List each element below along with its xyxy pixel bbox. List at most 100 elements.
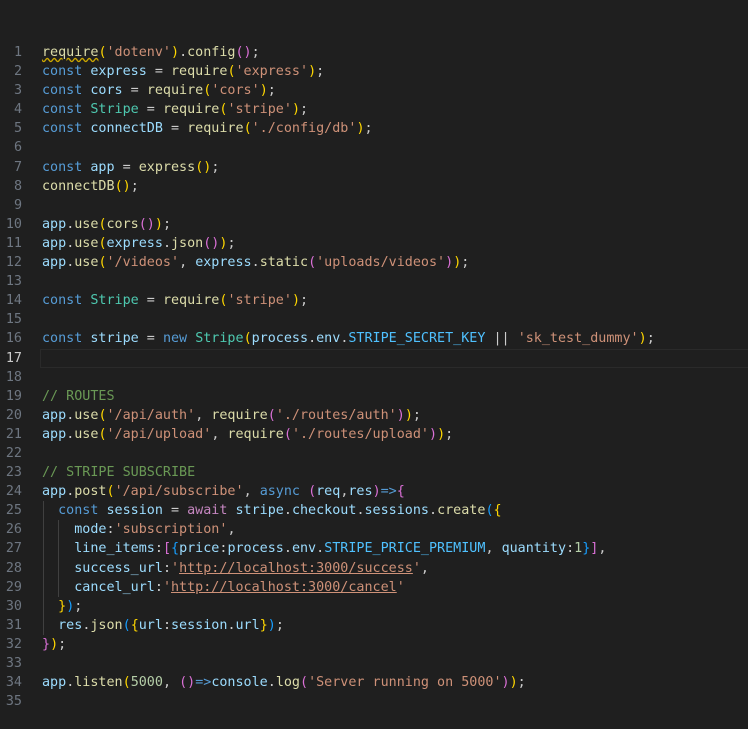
code-line[interactable]: 1 require('dotenv').config(); bbox=[0, 43, 748, 62]
code-text[interactable]: app.listen(5000, ()=>console.log('Server… bbox=[42, 673, 526, 692]
code-text[interactable]: app.use('/videos', express.static('uploa… bbox=[42, 253, 469, 272]
code-text[interactable]: mode:'subscription', bbox=[42, 520, 235, 539]
line-number: 33 bbox=[5, 656, 22, 671]
code-text[interactable]: }); bbox=[42, 597, 82, 616]
code-token: [ bbox=[162, 541, 171, 557]
code-token: ) bbox=[291, 293, 300, 309]
code-text[interactable]: cancel_url:'http://localhost:3000/cancel… bbox=[42, 578, 405, 597]
code-line[interactable]: 20 app.use('/api/auth', require('./routes… bbox=[0, 406, 748, 425]
code-token: ) bbox=[509, 675, 518, 691]
code-token: => bbox=[380, 484, 397, 500]
code-text[interactable]: const stripe = new Stripe(process.env.ST… bbox=[42, 329, 655, 348]
code-token: = bbox=[162, 121, 188, 137]
code-text[interactable]: app.use('/api/upload', require('./routes… bbox=[42, 425, 453, 444]
code-text[interactable]: require('dotenv').config(); bbox=[42, 43, 260, 62]
code-line[interactable]: 28 success_url:'http://localhost:3000/su… bbox=[0, 558, 748, 578]
code-token: ; bbox=[211, 159, 220, 175]
code-token: : bbox=[154, 579, 163, 595]
code-text[interactable]: const express = require('express'); bbox=[42, 62, 324, 81]
code-line[interactable]: 15 bbox=[0, 310, 748, 329]
code-text[interactable]: app.post('/api/subscribe', async (req,re… bbox=[42, 482, 405, 501]
code-line[interactable]: 27 line_items:[{price:process.env.STRIPE… bbox=[0, 539, 748, 559]
code-text[interactable]: line_items:[{price:process.env.STRIPE_PR… bbox=[42, 539, 606, 558]
code-text[interactable]: app.use(express.json()); bbox=[42, 234, 236, 253]
code-line[interactable]: 14 const Stripe = require('stripe'); bbox=[0, 291, 748, 310]
code-line[interactable]: 6 bbox=[0, 138, 748, 157]
code-token: static bbox=[259, 255, 309, 271]
code-text[interactable]: const cors = require('cors'); bbox=[42, 81, 276, 100]
code-line[interactable]: 30 }); bbox=[0, 596, 748, 616]
code-token: // STRIPE SUBSCRIBE bbox=[42, 465, 196, 481]
code-line[interactable]: 17 bbox=[0, 348, 748, 368]
code-token: { bbox=[130, 617, 139, 633]
code-token: : bbox=[566, 541, 575, 557]
code-line[interactable]: 13 bbox=[0, 272, 748, 291]
code-line[interactable]: 19 // ROUTES bbox=[0, 387, 748, 406]
code-line[interactable]: 26 mode:'subscription', bbox=[0, 520, 748, 540]
code-line[interactable]: 5 const connectDB = require('./config/db'… bbox=[0, 119, 748, 138]
code-line[interactable]: 35 bbox=[0, 692, 748, 711]
code-line[interactable]: 25 const session = await stripe.checkout… bbox=[0, 501, 748, 521]
code-line[interactable]: 24 app.post('/api/subscribe', async (req,… bbox=[0, 482, 748, 501]
line-number: 35 bbox=[5, 694, 22, 710]
code-line[interactable]: 29 cancel_url:'http://localhost:3000/can… bbox=[0, 577, 748, 597]
code-token: cors bbox=[90, 83, 123, 99]
code-token: const bbox=[42, 83, 83, 99]
code-text[interactable]: success_url:'http://localhost:3000/succe… bbox=[42, 559, 429, 578]
code-token: process bbox=[227, 541, 284, 557]
code-text[interactable]: res.json({url:session.url}); bbox=[42, 616, 284, 635]
code-line[interactable]: 21 app.use('/api/upload', require('./rout… bbox=[0, 425, 748, 444]
code-line[interactable]: 32}); bbox=[0, 635, 748, 654]
code-text[interactable]: }); bbox=[42, 635, 66, 654]
code-token: http://localhost:3000/success bbox=[179, 560, 413, 576]
code-text[interactable]: const Stripe = require('stripe'); bbox=[42, 291, 308, 310]
code-text[interactable]: const app = express(); bbox=[42, 158, 219, 177]
code-token: , bbox=[485, 541, 502, 557]
code-text[interactable]: const Stripe = require('stripe'); bbox=[42, 100, 308, 119]
code-token: : bbox=[106, 522, 115, 538]
code-line[interactable]: 3 const cors = require('cors'); bbox=[0, 81, 748, 100]
code-token: = bbox=[146, 64, 171, 80]
code-text[interactable]: const session = await stripe.checkout.se… bbox=[42, 501, 501, 520]
line-number: 26 bbox=[5, 522, 22, 538]
code-text[interactable]: app.use('/api/auth', require('./routes/a… bbox=[42, 406, 421, 425]
code-line[interactable]: 31 res.json({url:session.url}); bbox=[0, 615, 748, 635]
code-line[interactable]: 8 connectDB(); bbox=[0, 177, 748, 196]
code-line[interactable]: 12 app.use('/videos', express.static('upl… bbox=[0, 253, 748, 272]
code-text[interactable]: connectDB(); bbox=[42, 177, 139, 196]
code-token: . bbox=[179, 45, 188, 60]
code-line[interactable]: 2 const express = require('express'); bbox=[0, 62, 748, 81]
code-token: . bbox=[356, 503, 365, 519]
code-line[interactable]: 16 const stripe = new Stripe(process.env.… bbox=[0, 329, 748, 348]
code-token: ) bbox=[638, 331, 647, 347]
code-token: app bbox=[42, 675, 67, 691]
line-number: 16 bbox=[5, 331, 22, 347]
code-line[interactable]: 7 const app = express(); bbox=[0, 158, 748, 177]
code-token: STRIPE_SECRET_KEY bbox=[348, 331, 486, 347]
code-line[interactable]: 9 bbox=[0, 196, 748, 215]
code-token: ; bbox=[227, 235, 236, 251]
code-token: ( bbox=[98, 235, 107, 251]
code-token: ( bbox=[106, 484, 115, 500]
code-line[interactable]: 4 const Stripe = require('stripe'); bbox=[0, 100, 748, 119]
code-token: ; bbox=[162, 216, 171, 232]
code-line[interactable]: 18 bbox=[0, 368, 748, 387]
code-line[interactable]: 22 bbox=[0, 444, 748, 463]
code-token: line_items bbox=[74, 541, 155, 557]
code-line[interactable]: 33 bbox=[0, 654, 748, 673]
code-editor[interactable]: 1 require('dotenv').config(); 2 const expre… bbox=[0, 0, 748, 729]
code-line[interactable]: 11 app.use(express.json()); bbox=[0, 234, 748, 253]
code-token: ) bbox=[429, 426, 438, 442]
code-text[interactable]: const connectDB = require('./config/db')… bbox=[42, 119, 373, 138]
code-text[interactable]: app.use(cors()); bbox=[42, 215, 171, 234]
line-number: 29 bbox=[5, 579, 22, 595]
code-text[interactable]: // STRIPE SUBSCRIBE bbox=[42, 463, 195, 482]
code-line[interactable]: 34 app.listen(5000, ()=>console.log('Serv… bbox=[0, 673, 748, 692]
code-token: express bbox=[195, 255, 252, 271]
code-line[interactable]: 10 app.use(cors()); bbox=[0, 215, 748, 234]
code-text[interactable]: // ROUTES bbox=[42, 387, 115, 406]
line-number: 20 bbox=[5, 407, 22, 423]
code-token: require bbox=[162, 102, 220, 118]
code-line[interactable]: 23 // STRIPE SUBSCRIBE bbox=[0, 463, 748, 482]
